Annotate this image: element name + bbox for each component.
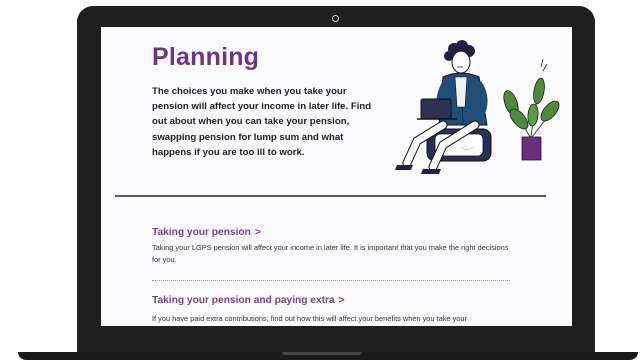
person-with-laptop-and-plant-illustration	[395, 40, 560, 174]
taking-your-pension-link[interactable]: Taking your pension >	[152, 227, 261, 238]
laptop-hinge-notch	[282, 352, 362, 355]
plant-icon	[503, 58, 560, 161]
paying-extra-link-label: Taking your pension and paying extra	[152, 295, 335, 306]
dotted-separator	[152, 280, 510, 281]
webcam-icon	[332, 15, 339, 22]
paying-extra-description: If you have paid extra contributions, fi…	[152, 314, 467, 323]
paying-extra-link[interactable]: Taking your pension and paying extra >	[152, 295, 345, 306]
chevron-right-icon: >	[338, 295, 345, 306]
section-divider	[115, 195, 546, 197]
taking-your-pension-link-label: Taking your pension	[152, 227, 251, 238]
laptop-screen: Planning The choices you make when you t…	[101, 27, 572, 326]
taking-your-pension-description: Taking your LGPS pension will affect you…	[152, 243, 509, 264]
laptop-mockup: Planning The choices you make when you t…	[0, 0, 642, 364]
intro-text: The choices you make when you take your …	[152, 86, 372, 158]
chevron-right-icon: >	[254, 227, 261, 238]
page-title: Planning	[152, 43, 260, 71]
